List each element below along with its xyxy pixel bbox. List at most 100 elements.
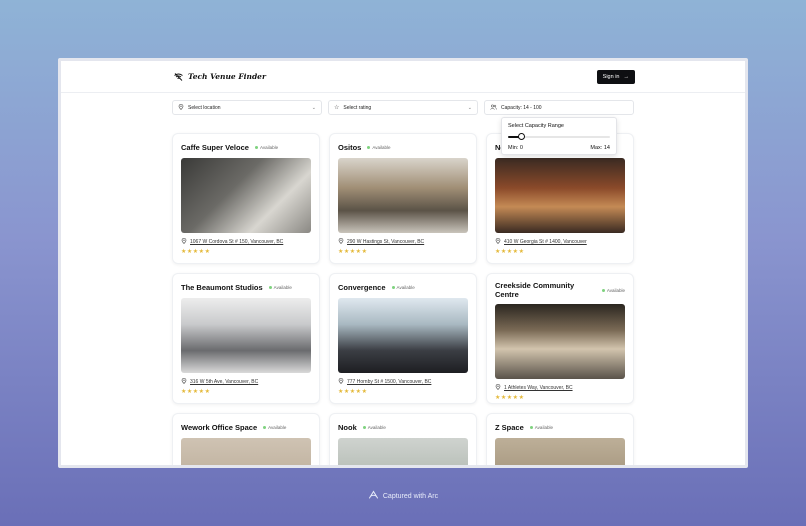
venue-address[interactable]: 1067 W Cordova St # 150, Vancouver, BC <box>181 237 311 246</box>
arc-footer: Captured with Arc <box>0 490 806 502</box>
chevron-down-icon: ⌄ <box>311 104 316 111</box>
status-badge: Available <box>391 284 415 290</box>
status-dot-icon <box>601 288 605 292</box>
venue-card-header: Wework Office Space Available <box>181 421 311 433</box>
capacity-popup: Select Capacity Range Min: 0 Max: 14 <box>501 117 617 155</box>
status-text: Available <box>372 144 391 150</box>
status-text: Available <box>534 424 553 430</box>
status-dot-icon <box>529 425 533 429</box>
arc-logo-icon <box>368 490 379 502</box>
venue-name: Wework Office Space <box>181 422 258 432</box>
venue-photo[interactable] <box>181 298 311 373</box>
venue-card[interactable]: Creekside Community Centre Available 1 Ath… <box>486 273 634 404</box>
venue-grid: Caffe Super Veloce Available 1067 W Cordov… <box>172 133 636 465</box>
rating-stars: ★★★★★ <box>495 394 625 401</box>
venue-address-link[interactable]: 1 Athletes Way, Vancouver, BC <box>504 385 573 391</box>
venue-name: Convergence <box>338 282 386 292</box>
venue-address-link[interactable]: 316 W 5th Ave, Vancouver, BC <box>190 379 258 385</box>
capacity-select[interactable]: Capacity: 14 - 100 <box>484 100 634 115</box>
browser-window: Tech Venue Finder Sign in → Select locat… <box>58 58 748 468</box>
venue-photo[interactable] <box>495 158 625 233</box>
venue-photo[interactable] <box>495 438 625 465</box>
capacity-slider[interactable] <box>508 133 610 140</box>
app-title: Tech Venue Finder <box>188 72 266 81</box>
venue-name: Caffe Super Veloce <box>181 142 249 152</box>
status-badge: Available <box>601 287 625 293</box>
status-text: Available <box>396 284 415 290</box>
map-pin-icon <box>495 383 501 392</box>
venue-address[interactable]: 316 W 5th Ave, Vancouver, BC <box>181 377 311 386</box>
venue-photo[interactable] <box>338 158 468 233</box>
star-icon: ★ <box>204 249 211 255</box>
venue-card[interactable]: Caffe Super Veloce Available 1067 W Cordov… <box>172 133 320 264</box>
venue-card-header: Z Space Available <box>495 421 625 433</box>
venue-photo[interactable] <box>181 438 311 465</box>
venue-card-header: Caffe Super Veloce Available <box>181 141 311 153</box>
map-pin-icon <box>181 377 187 386</box>
status-dot-icon <box>391 285 395 289</box>
slider-thumb[interactable] <box>517 133 525 140</box>
venue-address-link[interactable]: 1067 W Cordova St # 150, Vancouver, BC <box>190 239 283 245</box>
venue-name: Creekside Community Centre <box>495 281 575 299</box>
users-icon <box>490 104 497 112</box>
venue-name: Ositos <box>338 142 362 152</box>
star-icon: ★ <box>204 389 211 395</box>
status-badge: Available <box>254 145 278 150</box>
venue-card-header: Nook Available <box>338 421 468 433</box>
status-text: Available <box>273 284 292 290</box>
status-dot-icon <box>362 425 366 429</box>
status-badge: Available <box>362 425 386 430</box>
star-icon: ★ <box>518 395 525 401</box>
venue-card-header: The Beaumont Studios Available <box>181 281 311 293</box>
status-dot-icon <box>268 285 272 289</box>
venue-card[interactable]: Nook Available <box>329 413 477 465</box>
rating-placeholder: Select rating <box>343 104 372 111</box>
venue-photo[interactable] <box>495 304 625 379</box>
rating-stars: ★★★★★ <box>181 388 311 395</box>
status-dot-icon <box>254 145 258 149</box>
venue-photo[interactable] <box>338 298 468 373</box>
capacity-label: Capacity: 14 - 100 <box>501 104 542 111</box>
venue-card[interactable]: Wework Office Space Available <box>172 413 320 465</box>
status-badge: Available <box>263 425 286 430</box>
venue-address[interactable]: 410 W Georgia St # 1400, Vancouver <box>495 237 625 246</box>
rating-stars: ★★★★★ <box>338 388 468 395</box>
venue-card[interactable]: Ositos Available 290 W Hastings St, Vancou… <box>329 133 477 264</box>
venue-address[interactable]: 290 W Hastings St, Vancouver, BC <box>338 237 468 246</box>
status-text: Available <box>268 424 287 430</box>
no-wifi-icon <box>174 68 183 86</box>
venue-address-link[interactable]: 777 Hornby St # 1500, Vancouver, BC <box>347 379 431 385</box>
venue-photo[interactable] <box>338 438 468 465</box>
star-icon: ★ <box>361 249 368 255</box>
sign-in-button[interactable]: Sign in → <box>596 69 635 84</box>
status-badge: Available <box>529 424 553 430</box>
rating-stars: ★★★★★ <box>181 248 311 255</box>
location-placeholder: Select location <box>188 104 221 111</box>
sign-in-label: Sign in <box>602 73 620 80</box>
star-icon: ★ <box>361 389 368 395</box>
rating-stars: ★★★★★ <box>338 248 468 255</box>
venue-card[interactable]: The Beaumont Studios Available 316 W 5th A… <box>172 273 320 404</box>
venue-address[interactable]: 1 Athletes Way, Vancouver, BC <box>495 383 625 392</box>
status-badge: Available <box>367 144 391 150</box>
status-text: Available <box>606 287 625 293</box>
arrow-right-icon: → <box>623 73 630 80</box>
rating-select[interactable]: ☆ Select rating ⌄ <box>328 100 478 115</box>
venue-card-header: Creekside Community Centre Available <box>495 281 625 299</box>
location-select[interactable]: Select location ⌄ <box>172 100 322 115</box>
map-pin-icon <box>338 237 344 246</box>
venue-address[interactable]: 777 Hornby St # 1500, Vancouver, BC <box>338 377 468 386</box>
capacity-popup-title: Select Capacity Range <box>508 123 564 129</box>
map-pin-icon <box>178 103 184 112</box>
venue-card[interactable]: Z Space Available <box>486 413 634 465</box>
map-pin-icon <box>181 237 187 246</box>
brand[interactable]: Tech Venue Finder <box>174 68 266 86</box>
status-dot-icon <box>367 145 371 149</box>
status-badge: Available <box>268 284 292 290</box>
header: Tech Venue Finder Sign in → <box>61 61 745 93</box>
venue-address-link[interactable]: 290 W Hastings St, Vancouver, BC <box>347 239 424 245</box>
venue-address-link[interactable]: 410 W Georgia St # 1400, Vancouver <box>504 239 587 245</box>
venue-photo[interactable] <box>181 158 311 233</box>
venue-card[interactable]: Convergence Available 777 Hornby St # 1500… <box>329 273 477 404</box>
filter-bar: Select location ⌄ ☆ Select rating ⌄ Capa… <box>172 100 634 115</box>
